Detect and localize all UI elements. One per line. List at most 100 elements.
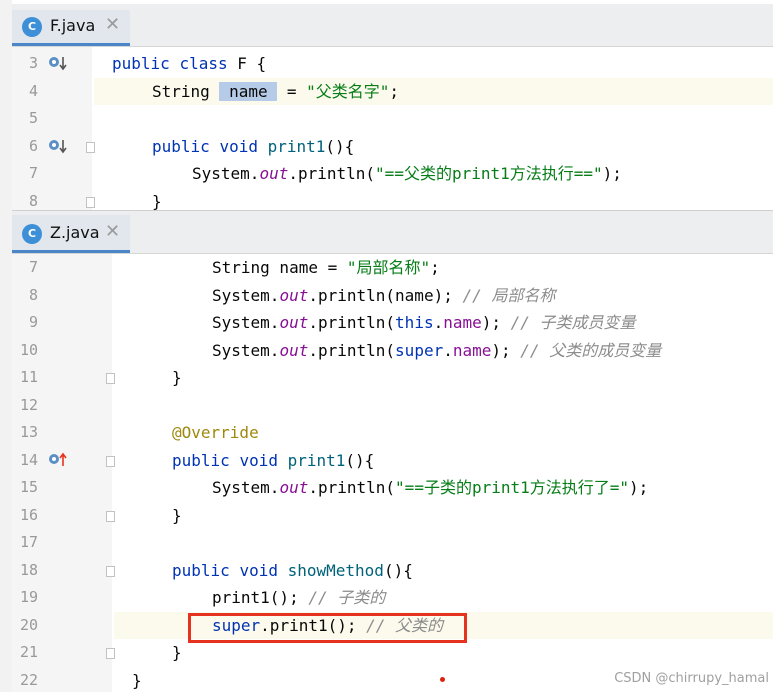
close-icon[interactable]: ✕: [105, 221, 120, 242]
code-token: System.: [212, 285, 280, 305]
code-token: name: [219, 81, 278, 101]
overridden-method-icon[interactable]: [48, 54, 68, 76]
code-text[interactable]: System.out.println(this.name); // 子类成员变量: [212, 309, 636, 337]
line-number: 9: [28, 313, 38, 331]
java-class-icon: C: [22, 17, 42, 37]
line-number: 8: [28, 285, 38, 304]
code-text[interactable]: System.out.println("==父类的print1方法执行==");: [192, 160, 622, 188]
code-text[interactable]: @Override: [172, 419, 259, 447]
code-text[interactable]: }: [152, 188, 162, 211]
code-line[interactable]: 13 @Override: [12, 419, 773, 447]
fold-end-icon[interactable]: [106, 373, 115, 384]
code-text[interactable]: }: [132, 667, 142, 692]
code-token: }: [172, 368, 182, 387]
code-text[interactable]: public void showMethod(){: [172, 557, 413, 585]
code-token: System.: [212, 340, 280, 360]
code-token: "==父类的print1方法执行==": [375, 164, 603, 183]
fold-end-icon[interactable]: [86, 196, 95, 208]
code-text[interactable]: }: [172, 502, 182, 530]
code-token: public: [152, 136, 210, 156]
code-line[interactable]: 5: [12, 105, 773, 133]
line-number: 11: [19, 368, 38, 386]
code-line[interactable]: 8 System.out.println(name); // 局部名称: [12, 282, 773, 310]
code-line[interactable]: 3 public class F {: [12, 50, 773, 78]
code-token: void: [239, 560, 278, 580]
code-token: out: [279, 340, 309, 360]
code-token: F {: [227, 54, 267, 73]
code-line[interactable]: 9 System.out.println(this.name); // 子类成员变…: [12, 309, 773, 337]
code-text[interactable]: print1(); // 子类的: [212, 584, 385, 612]
code-token: print1: [267, 136, 326, 156]
code-text[interactable]: public class F {: [112, 50, 266, 78]
code-text[interactable]: String name = "父类名字";: [152, 78, 399, 106]
code-token: out: [259, 164, 289, 183]
code-token: @Override: [172, 423, 259, 442]
code-token: .println(: [308, 478, 396, 497]
code-line[interactable]: 10 System.out.println(super.name); // 父类的…: [12, 337, 773, 365]
code-text[interactable]: }: [172, 639, 182, 667]
code-line[interactable]: 11}: [12, 364, 773, 392]
code-area[interactable]: 3 public class F { 4 String name = "父类名字"; 5…: [12, 50, 773, 210]
code-text[interactable]: System.out.println(super.name); // 父类的成员…: [212, 337, 661, 365]
code-token: ;: [430, 258, 440, 277]
code-line[interactable]: 7 String name = "局部名称";: [12, 254, 773, 282]
code-line[interactable]: 16}: [12, 502, 773, 530]
code-line[interactable]: 21}: [12, 639, 773, 667]
code-line[interactable]: 14 public void print1(){: [12, 447, 773, 475]
fold-start-icon[interactable]: [106, 565, 115, 577]
code-token: (){: [325, 136, 355, 156]
code-token: }: [172, 643, 182, 662]
code-token: "==子类的print1方法执行了=": [395, 478, 630, 497]
code-line[interactable]: 18 public void showMethod(){: [12, 557, 773, 585]
code-token: this: [395, 313, 434, 332]
code-token: (){: [383, 560, 413, 580]
code-line[interactable]: 15 System.out.println("==子类的print1方法执行了="…: [12, 474, 773, 502]
line-number: 4: [28, 81, 38, 100]
code-text[interactable]: System.out.println("==子类的print1方法执行了=");: [212, 474, 648, 502]
code-token: out: [279, 478, 309, 497]
code-line[interactable]: 7 System.out.println("==父类的print1方法执行==")…: [12, 160, 773, 188]
fold-start-icon[interactable]: [86, 141, 95, 153]
tab-bar: C Z.java ✕: [12, 211, 773, 254]
fold-start-icon[interactable]: [106, 455, 115, 467]
code-token: .println(: [288, 164, 376, 183]
code-token: .println(: [308, 313, 396, 332]
code-token: System.: [212, 313, 280, 332]
code-token: );: [629, 478, 649, 497]
code-token: // 子类的: [308, 588, 386, 607]
tab-z-java[interactable]: C Z.java ✕: [12, 215, 130, 253]
tab-f-java[interactable]: C F.java ✕: [12, 10, 130, 46]
code-line[interactable]: 4 String name = "父类名字";: [12, 77, 773, 106]
code-line[interactable]: 12: [12, 392, 773, 420]
close-icon[interactable]: ✕: [105, 14, 120, 35]
code-line[interactable]: 19 print1(); // 子类的: [12, 584, 773, 612]
code-line[interactable]: 17: [12, 529, 773, 557]
code-line[interactable]: 8}: [12, 188, 773, 211]
java-class-icon: C: [22, 224, 42, 244]
code-text[interactable]: }: [172, 364, 182, 392]
overridden-method-icon[interactable]: [48, 137, 68, 159]
fold-end-icon[interactable]: [106, 648, 115, 659]
code-token: );: [602, 164, 622, 183]
code-line[interactable]: 6 public void print1(){: [12, 133, 773, 161]
fold-end-icon[interactable]: [106, 510, 115, 522]
code-token: System.: [212, 478, 280, 497]
line-number: 14: [19, 450, 38, 469]
code-token: }: [152, 191, 162, 211]
code-token: super: [395, 340, 444, 360]
code-token: ;: [389, 81, 400, 101]
code-token: out: [279, 285, 309, 305]
code-text[interactable]: public void print1(){: [172, 447, 374, 475]
code-text[interactable]: public void print1(){: [152, 133, 354, 161]
code-token: // 子类成员变量: [510, 313, 636, 332]
code-text[interactable]: System.out.println(name); // 局部名称: [212, 282, 555, 310]
line-number: 3: [28, 54, 38, 72]
code-text[interactable]: String name = "局部名称";: [212, 254, 440, 282]
overrides-method-icon[interactable]: [48, 451, 68, 473]
line-number: 15: [19, 478, 38, 496]
